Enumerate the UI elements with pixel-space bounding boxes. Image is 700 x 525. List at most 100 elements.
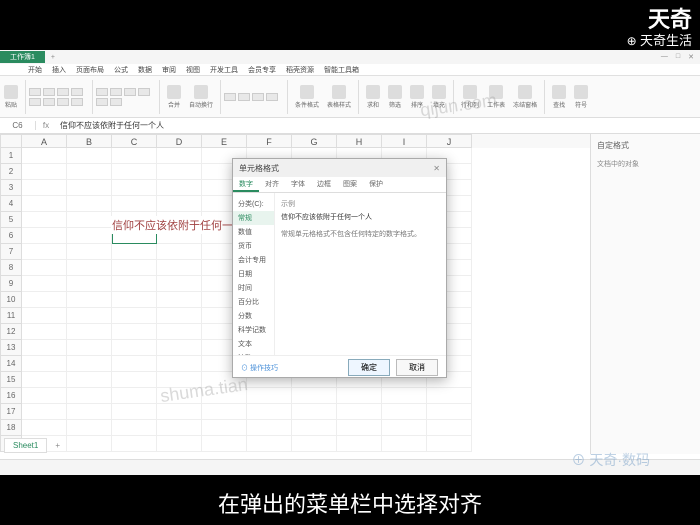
row-header[interactable]: 4 <box>0 196 22 212</box>
cancel-button[interactable]: 取消 <box>396 359 438 376</box>
menu-item[interactable]: 数据 <box>138 65 152 75</box>
cell[interactable] <box>112 148 157 164</box>
category-item[interactable]: 货币 <box>233 239 274 253</box>
cell[interactable] <box>22 308 67 324</box>
col-header[interactable]: B <box>67 134 112 148</box>
category-item[interactable]: 百分比 <box>233 295 274 309</box>
cell[interactable] <box>157 420 202 436</box>
paste-icon[interactable] <box>4 85 18 99</box>
symbol-icon[interactable] <box>574 85 588 99</box>
cell[interactable] <box>112 340 157 356</box>
menu-item[interactable]: 公式 <box>114 65 128 75</box>
cell[interactable] <box>67 164 112 180</box>
cell[interactable] <box>157 372 202 388</box>
tab-add-icon[interactable]: + <box>51 54 55 61</box>
cell[interactable] <box>202 420 247 436</box>
cell[interactable] <box>22 148 67 164</box>
cell[interactable] <box>382 420 427 436</box>
cell[interactable] <box>112 372 157 388</box>
cell[interactable] <box>67 196 112 212</box>
cell[interactable] <box>157 404 202 420</box>
ok-button[interactable]: 确定 <box>348 359 390 376</box>
cell[interactable] <box>67 228 112 244</box>
cell[interactable] <box>157 260 202 276</box>
cell[interactable] <box>202 388 247 404</box>
cell[interactable] <box>382 404 427 420</box>
cell[interactable] <box>157 388 202 404</box>
menu-item[interactable]: 视图 <box>186 65 200 75</box>
category-item[interactable]: 数值 <box>233 225 274 239</box>
cell[interactable] <box>67 308 112 324</box>
tab-alignment[interactable]: 对齐 <box>259 177 285 192</box>
cell[interactable] <box>67 148 112 164</box>
col-header[interactable]: H <box>337 134 382 148</box>
dialog-close-icon[interactable]: ✕ <box>433 164 440 173</box>
cell[interactable] <box>292 436 337 452</box>
conditional-icon[interactable] <box>300 85 314 99</box>
menu-item[interactable]: 审阅 <box>162 65 176 75</box>
table-style-icon[interactable] <box>332 85 346 99</box>
cell[interactable] <box>112 196 157 212</box>
cell[interactable] <box>337 420 382 436</box>
cell[interactable] <box>157 180 202 196</box>
cell[interactable] <box>247 436 292 452</box>
wrap-icon[interactable] <box>194 85 208 99</box>
cell[interactable] <box>22 388 67 404</box>
row-header[interactable]: 1 <box>0 148 22 164</box>
menu-item[interactable]: 开始 <box>28 65 42 75</box>
cell[interactable] <box>112 324 157 340</box>
cell[interactable] <box>337 404 382 420</box>
cell[interactable] <box>22 292 67 308</box>
formula-input[interactable]: 信仰不应该依附于任何一个人 <box>56 120 700 131</box>
cell[interactable] <box>22 260 67 276</box>
row-header[interactable]: 18 <box>0 420 22 436</box>
cell[interactable] <box>292 420 337 436</box>
col-header[interactable]: G <box>292 134 337 148</box>
cell[interactable] <box>67 276 112 292</box>
col-header[interactable]: J <box>427 134 472 148</box>
col-header[interactable]: A <box>22 134 67 148</box>
file-tab[interactable]: 工作簿1 <box>0 51 45 63</box>
menu-item[interactable]: 开发工具 <box>210 65 238 75</box>
cell[interactable] <box>157 308 202 324</box>
tab-font[interactable]: 字体 <box>285 177 311 192</box>
row-header[interactable]: 16 <box>0 388 22 404</box>
col-header[interactable]: D <box>157 134 202 148</box>
row-header[interactable]: 8 <box>0 260 22 276</box>
row-header[interactable]: 2 <box>0 164 22 180</box>
cell[interactable] <box>112 388 157 404</box>
pane-item[interactable]: 文档中的对象 <box>597 157 694 171</box>
tab-number[interactable]: 数字 <box>233 177 259 192</box>
cell[interactable] <box>382 388 427 404</box>
tab-protection[interactable]: 保护 <box>363 177 389 192</box>
cell[interactable] <box>22 212 67 228</box>
cell[interactable] <box>112 420 157 436</box>
tab-pattern[interactable]: 图案 <box>337 177 363 192</box>
cell[interactable] <box>22 196 67 212</box>
row-header[interactable]: 12 <box>0 324 22 340</box>
col-header[interactable]: E <box>202 134 247 148</box>
cell[interactable] <box>67 436 112 452</box>
category-item[interactable]: 会计专用 <box>233 253 274 267</box>
cell[interactable] <box>112 436 157 452</box>
row-header[interactable]: 7 <box>0 244 22 260</box>
cell[interactable] <box>202 404 247 420</box>
cell[interactable] <box>67 420 112 436</box>
tips-link[interactable]: ⊙ 操作技巧 <box>241 363 278 373</box>
cell[interactable] <box>67 372 112 388</box>
cell[interactable] <box>22 180 67 196</box>
cell[interactable] <box>22 420 67 436</box>
cell[interactable] <box>382 436 427 452</box>
align-group[interactable] <box>96 88 156 106</box>
cell[interactable] <box>157 340 202 356</box>
sort-icon[interactable] <box>410 85 424 99</box>
col-header[interactable]: C <box>112 134 157 148</box>
cell[interactable] <box>67 324 112 340</box>
cell[interactable] <box>292 388 337 404</box>
menu-item[interactable]: 智能工具箱 <box>324 65 359 75</box>
cell[interactable] <box>112 164 157 180</box>
cell[interactable] <box>157 356 202 372</box>
menu-item[interactable]: 页面布局 <box>76 65 104 75</box>
row-header[interactable]: 15 <box>0 372 22 388</box>
cell[interactable] <box>247 420 292 436</box>
